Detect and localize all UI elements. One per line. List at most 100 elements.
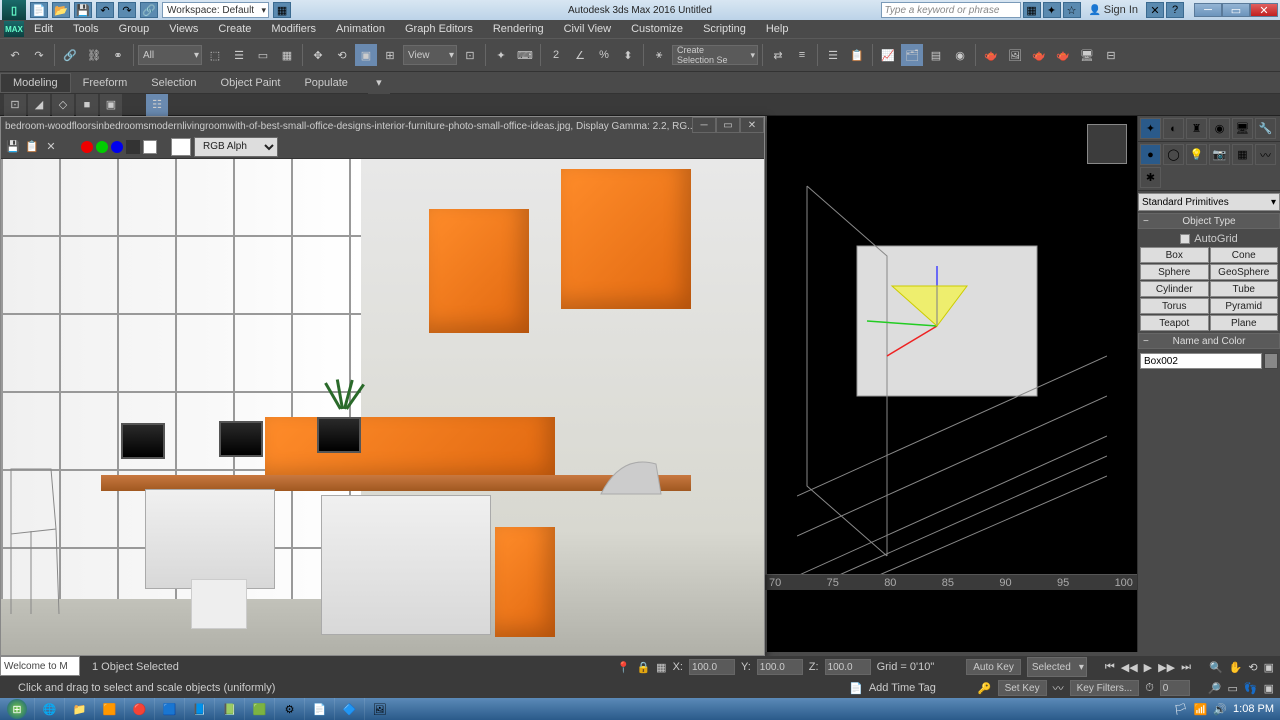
workspace-icon[interactable]: ▦ xyxy=(273,2,291,18)
menu-graph-editors[interactable]: Graph Editors xyxy=(395,23,483,35)
time-config-icon[interactable]: ⏱ xyxy=(1145,682,1154,695)
favorite-icon[interactable]: ☆ xyxy=(1063,2,1081,18)
nav-zoom-icon[interactable]: 🔍 xyxy=(1209,661,1223,674)
move-icon[interactable]: ✥ xyxy=(307,44,329,66)
z-coord-input[interactable]: 100.0 xyxy=(825,659,871,675)
hierarchy-panel-icon[interactable]: ♜ xyxy=(1186,118,1207,139)
keyfilters-button[interactable]: Key Filters... xyxy=(1070,680,1140,696)
app4-icon[interactable]: 🖼 xyxy=(364,698,394,720)
image-close-button[interactable]: ✕ xyxy=(740,117,764,133)
goto-start-icon[interactable]: ⏮ xyxy=(1105,661,1115,674)
render-frame-icon[interactable]: 🖼 xyxy=(1004,44,1026,66)
spacewarps-icon[interactable]: 〰 xyxy=(1255,144,1276,165)
redo-icon[interactable]: ↷ xyxy=(118,2,136,18)
menu-modifiers[interactable]: Modifiers xyxy=(261,23,326,35)
systems-icon[interactable]: ✱ xyxy=(1140,167,1161,188)
app-logo[interactable]: ▯ xyxy=(2,0,26,20)
tab-selection[interactable]: Selection xyxy=(139,73,208,93)
workspace-dropdown[interactable]: Workspace: Default xyxy=(162,2,269,18)
clone-image-icon[interactable]: ✕ xyxy=(43,139,59,155)
maxscript-listener[interactable]: Welcome to M xyxy=(0,656,80,676)
y-coord-input[interactable]: 100.0 xyxy=(757,659,803,675)
tray-network-icon[interactable]: 📶 xyxy=(1194,703,1208,716)
menu-animation[interactable]: Animation xyxy=(326,23,395,35)
align-icon[interactable]: ≡ xyxy=(791,44,813,66)
cameras-icon[interactable]: 📷 xyxy=(1209,144,1230,165)
snap-2d-icon[interactable]: 2 xyxy=(545,44,567,66)
dreamweaver-icon[interactable]: 🟩 xyxy=(244,698,274,720)
key-toggle-icon[interactable]: 🔑 xyxy=(978,682,992,695)
tab-populate[interactable]: Populate xyxy=(292,73,359,93)
poly-element-icon[interactable]: ▣ xyxy=(100,94,122,116)
spinner-snap-icon[interactable]: ⬍ xyxy=(617,44,639,66)
box-button[interactable]: Box xyxy=(1140,247,1209,263)
select-region-icon[interactable]: ▭ xyxy=(252,44,274,66)
channel-dropdown[interactable]: RGB Alpha xyxy=(194,137,278,157)
tray-time[interactable]: 1:08 PM xyxy=(1233,703,1274,715)
link-tool-icon[interactable]: 🔗 xyxy=(59,44,81,66)
selection-lock-icon[interactable]: ▦ xyxy=(656,661,666,674)
image-minimize-button[interactable]: ─ xyxy=(692,117,716,133)
menu-customize[interactable]: Customize xyxy=(621,23,693,35)
image-maximize-button[interactable]: ▭ xyxy=(716,117,740,133)
nav-fov-icon[interactable]: ▣ xyxy=(1264,682,1274,695)
swatch-icon[interactable] xyxy=(171,138,191,156)
edit-selection-icon[interactable]: ⚹ xyxy=(648,44,670,66)
red-channel-icon[interactable] xyxy=(81,141,93,153)
selection-filter-dropdown[interactable]: All xyxy=(138,45,202,65)
search-input[interactable]: Type a keyword or phrase xyxy=(881,2,1021,18)
key-mode-dropdown[interactable]: Selected xyxy=(1027,657,1087,677)
save-image-icon[interactable]: 💾 xyxy=(5,139,21,155)
window-crossing-icon[interactable]: ▦ xyxy=(276,44,298,66)
mirror-icon[interactable]: ⇄ xyxy=(767,44,789,66)
image-window-title[interactable]: bedroom-woodfloorsinbedroomsmodernliving… xyxy=(1,117,764,135)
app1-icon[interactable]: 🟧 xyxy=(94,698,124,720)
undo-tool-icon[interactable]: ↶ xyxy=(4,44,26,66)
blue-channel-icon[interactable] xyxy=(111,141,123,153)
torus-button[interactable]: Torus xyxy=(1140,298,1209,314)
object-name-input[interactable] xyxy=(1140,353,1262,369)
explorer-icon[interactable]: 📁 xyxy=(64,698,94,720)
geosphere-button[interactable]: GeoSphere xyxy=(1210,264,1279,280)
category-dropdown[interactable]: Standard Primitives xyxy=(1138,193,1280,211)
menu-views[interactable]: Views xyxy=(159,23,208,35)
key-filters-icon[interactable]: 〰 xyxy=(1053,680,1064,696)
cone-button[interactable]: Cone xyxy=(1210,247,1279,263)
poly-vertex-icon[interactable]: ⊡ xyxy=(4,94,26,116)
link-icon[interactable]: 🔗 xyxy=(140,2,158,18)
max-menu-icon[interactable]: MAX xyxy=(4,21,24,37)
app3-icon[interactable]: 📄 xyxy=(304,698,334,720)
menu-create[interactable]: Create xyxy=(208,23,261,35)
plane-button[interactable]: Plane xyxy=(1210,315,1279,331)
start-button[interactable]: ⊞ xyxy=(0,698,34,720)
x-coord-input[interactable]: 100.0 xyxy=(689,659,735,675)
autogrid-checkbox[interactable]: AutoGrid xyxy=(1138,231,1280,247)
ribbon-menu-icon[interactable]: ▾ xyxy=(368,72,390,94)
3dsmax-taskbar-icon[interactable]: 🔷 xyxy=(334,698,364,720)
copy-image-icon[interactable]: 📋 xyxy=(24,139,40,155)
manipulate-icon[interactable]: ✦ xyxy=(490,44,512,66)
tray-flag-icon[interactable]: 🏳 xyxy=(1174,703,1188,716)
material-editor-icon[interactable]: ◉ xyxy=(949,44,971,66)
nav-walk-icon[interactable]: 👣 xyxy=(1244,682,1258,695)
tab-object-paint[interactable]: Object Paint xyxy=(209,73,293,93)
keyboard-icon[interactable]: ⌨ xyxy=(514,44,536,66)
isolate-icon[interactable]: 🔒 xyxy=(636,661,650,674)
tray-volume-icon[interactable]: 🔊 xyxy=(1213,703,1227,716)
object-type-rollout[interactable]: Object Type xyxy=(1138,213,1280,229)
nav-pan-icon[interactable]: ✋ xyxy=(1229,661,1243,674)
tube-button[interactable]: Tube xyxy=(1210,281,1279,297)
modify-panel-icon[interactable]: ◐ xyxy=(1163,118,1184,139)
app2-icon[interactable]: ⚙ xyxy=(274,698,304,720)
ref-coord-dropdown[interactable]: View xyxy=(403,45,457,65)
save-icon[interactable]: 💾 xyxy=(74,2,92,18)
percent-snap-icon[interactable]: % xyxy=(593,44,615,66)
excel-icon[interactable]: 📗 xyxy=(214,698,244,720)
menu-group[interactable]: Group xyxy=(109,23,160,35)
scale-icon[interactable]: ▣ xyxy=(355,44,377,66)
poly-face-icon[interactable]: ■ xyxy=(76,94,98,116)
help-icon[interactable]: ? xyxy=(1166,2,1184,18)
layers-icon[interactable]: ☰ xyxy=(822,44,844,66)
chrome-icon[interactable]: 🔴 xyxy=(124,698,154,720)
dope-sheet-icon[interactable]: ▤ xyxy=(925,44,947,66)
